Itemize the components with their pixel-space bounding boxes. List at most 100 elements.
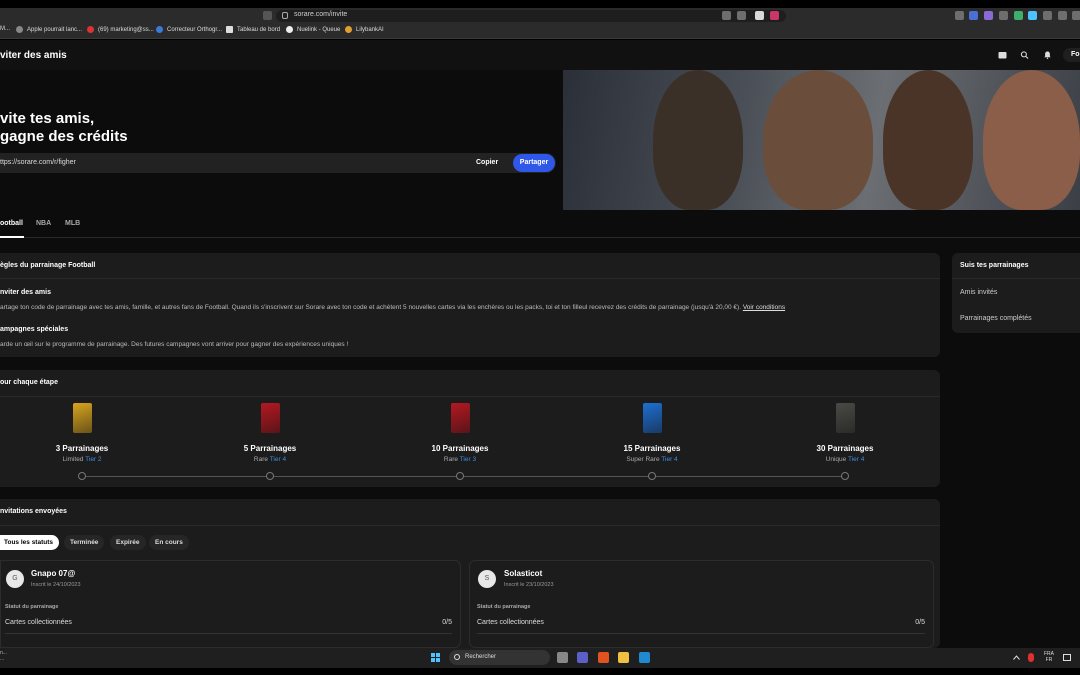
bookmark-label: M...: [0, 26, 10, 32]
special-campaigns-heading: ampagnes spéciales: [0, 326, 69, 333]
invited-friends-item[interactable]: Amis invités: [960, 289, 997, 296]
search-icon[interactable]: [1020, 51, 1029, 59]
profile-button[interactable]: Fo: [1063, 48, 1080, 62]
bottom-band: [0, 668, 1080, 675]
hero-friends-photo: [563, 70, 1080, 210]
progress-dot: [456, 472, 464, 480]
filter-expired[interactable]: Expirée: [110, 535, 146, 550]
bookmark-item[interactable]: Apple pourrait lanc...: [16, 26, 82, 33]
person-silhouette: [653, 70, 743, 210]
chevron-up-icon[interactable]: [1013, 655, 1020, 660]
referral-status-label: Statut du parrainage: [477, 604, 531, 610]
invite-friends-text: artage ton code de parrainage avec tes a…: [0, 304, 785, 311]
bookmark-star-icon[interactable]: [263, 11, 272, 20]
collected-cards-count: 0/5: [915, 619, 925, 626]
tier-label: Tier 2: [85, 456, 102, 463]
microphone-icon[interactable]: [1028, 653, 1034, 662]
extensions-puzzle-icon[interactable]: [1043, 11, 1052, 20]
tier-card-image: [260, 403, 280, 433]
tier-count: 5 Parrainages: [243, 444, 297, 453]
collected-cards-label: Cartes collectionnées: [5, 619, 72, 626]
tier-rarity: Super Rare Tier 4: [592, 456, 712, 463]
rules-title: ègles du parrainage Football: [0, 262, 96, 269]
bookmark-label: Tableau de bord: [237, 26, 281, 33]
tier-step: 10 Parrainages Rare Tier 3: [400, 403, 520, 463]
completed-referrals-item[interactable]: Parrainages complétés: [960, 315, 1032, 322]
bookmark-item[interactable]: M...: [0, 26, 10, 32]
progress-dot: [266, 472, 274, 480]
tier-label: Tier 4: [269, 456, 287, 463]
invitee-signup-date: Inscrit le 23/10/2023: [504, 582, 554, 588]
bookmark-item[interactable]: LilybankAI: [345, 26, 384, 33]
app-icon[interactable]: [639, 652, 650, 663]
wallet-icon[interactable]: [1072, 11, 1080, 20]
filter-completed[interactable]: Terminée: [64, 535, 105, 550]
taskbar-search[interactable]: Rechercher: [449, 650, 550, 665]
address-bar[interactable]: sorare.com/invite: [276, 10, 786, 22]
dashboard-icon: [226, 26, 233, 33]
extension-icon-4[interactable]: [999, 11, 1008, 20]
spellcheck-icon: [156, 26, 163, 33]
extension-icon-3[interactable]: [984, 11, 993, 20]
shield-icon[interactable]: [755, 11, 764, 20]
progress-dot: [648, 472, 656, 480]
tab-nba[interactable]: NBA: [36, 220, 51, 227]
hero-title-line-2: gagne des crédits: [0, 128, 128, 145]
bookmark-item[interactable]: Tableau de bord: [226, 26, 280, 33]
track-referrals-title: Suis tes parrainages: [960, 262, 1029, 269]
tab-mlb[interactable]: MLB: [65, 220, 80, 227]
cards-progress-bar: [477, 633, 925, 634]
invite-friends-heading: nviter des amis: [0, 289, 51, 296]
tier-count: 15 Parrainages: [623, 444, 681, 453]
divider: [0, 278, 940, 279]
filter-all-statuses[interactable]: Tous les statuts: [0, 535, 60, 550]
share-page-icon[interactable]: [737, 11, 746, 20]
brave-rewards-icon[interactable]: [770, 11, 779, 20]
task-view-icon[interactable]: [557, 652, 568, 663]
tier-step: 30 Parrainages Unique Tier 4: [785, 403, 905, 463]
display-icon[interactable]: [1063, 654, 1071, 661]
rarity-label: Unique: [825, 456, 847, 463]
extension-icon-6[interactable]: [1028, 11, 1037, 20]
page-header: viter des amis Fo: [0, 40, 1080, 70]
hero-title: vite tes amis, gagne des crédits: [0, 110, 128, 146]
tier-rarity: Rare Tier 4: [210, 456, 330, 463]
divider: [0, 396, 940, 397]
bookmark-item[interactable]: Correcteur Orthogr...: [156, 26, 222, 33]
invitation-item[interactable]: S Solasticot Inscrit le 23/10/2023 Statu…: [469, 560, 934, 648]
wallet-icon[interactable]: [998, 51, 1007, 59]
windows-start-icon[interactable]: [431, 653, 441, 663]
invitation-item[interactable]: G Gnapo 07@ Inscrit le 24/10/2023 Statut…: [0, 560, 461, 648]
screen-share-icon[interactable]: [722, 11, 731, 20]
terms-link[interactable]: Voir conditions: [743, 304, 785, 311]
divider: [952, 278, 1080, 279]
referral-link-field[interactable]: ttps://sorare.com/r/figher Copier Partag…: [0, 153, 556, 173]
tier-label: Tier 4: [661, 456, 678, 463]
cards-progress-bar: [5, 633, 452, 634]
rules-card: ègles du parrainage Football nviter des …: [0, 253, 940, 357]
extension-icon-1[interactable]: [955, 11, 964, 20]
widget-line-2: ...: [0, 656, 5, 662]
tab-football[interactable]: ootball: [0, 220, 23, 227]
collected-cards-label: Cartes collectionnées: [477, 619, 544, 626]
taskbar-widget[interactable]: n... ...: [0, 650, 7, 662]
bookmark-item[interactable]: Nuelink - Queue: [286, 26, 340, 33]
sidebar-icon[interactable]: [1058, 11, 1067, 20]
language-indicator[interactable]: FRA FR: [1044, 651, 1054, 663]
bookmark-item[interactable]: (69) marketing@ss...: [87, 26, 154, 33]
brave-browser-icon[interactable]: [598, 652, 609, 663]
bell-icon[interactable]: [1043, 51, 1052, 59]
extension-icon-5[interactable]: [1014, 11, 1023, 20]
url-text: sorare.com/invite: [294, 11, 348, 18]
filter-in-progress[interactable]: En cours: [149, 535, 189, 550]
tier-count: 10 Parrainages: [431, 444, 489, 453]
collected-cards-count: 0/5: [442, 619, 452, 626]
teams-chat-icon[interactable]: [577, 652, 588, 663]
extension-icon-2[interactable]: [969, 11, 978, 20]
avatar: G: [6, 570, 24, 588]
copy-button[interactable]: Copier: [476, 159, 498, 166]
share-button[interactable]: Partager: [513, 154, 555, 172]
tier-card-image: [835, 403, 855, 433]
referral-status-label: Statut du parrainage: [5, 604, 59, 610]
file-explorer-icon[interactable]: [618, 652, 629, 663]
